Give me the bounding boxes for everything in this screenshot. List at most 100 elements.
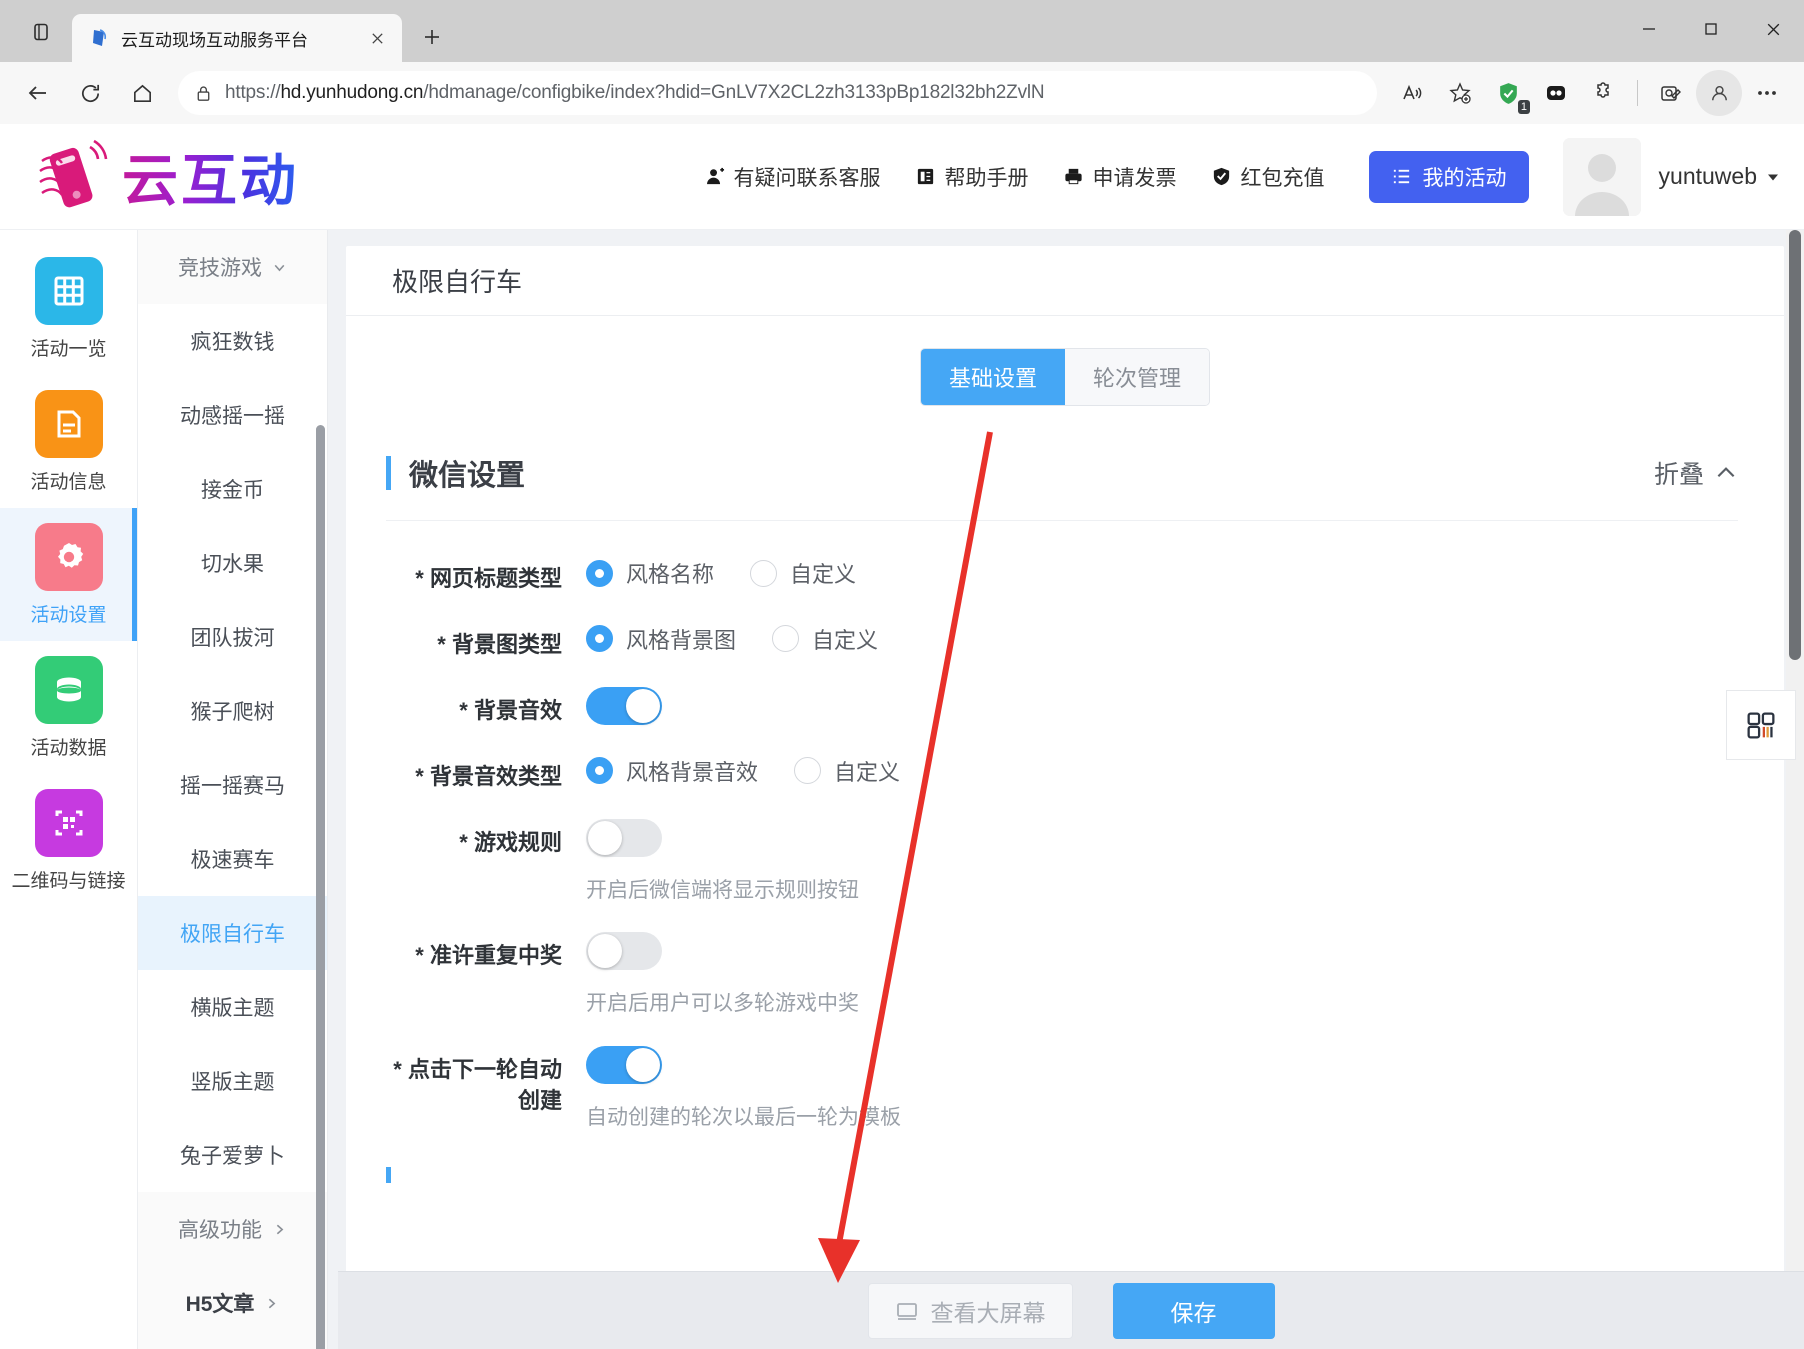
submenu-group-advanced[interactable]: 高级功能 — [138, 1192, 327, 1266]
toggle-allow-repeat-win[interactable] — [586, 932, 662, 971]
close-window-button[interactable] — [1742, 0, 1804, 58]
radio-option-style-sound[interactable]: 风格背景音效 — [586, 755, 758, 787]
submenu-item-rabbit-carrot[interactable]: 兔子爱萝卜 — [138, 1118, 327, 1192]
submenu-item-shake[interactable]: 动感摇一摇 — [138, 378, 327, 452]
nav-help-manual[interactable]: 帮助手册 — [915, 162, 1029, 192]
collections-icon — [1661, 86, 1681, 101]
footer-action-bar: 查看大屏幕 保存 — [338, 1271, 1804, 1349]
home-button[interactable] — [118, 69, 166, 117]
field-label-text: 背景音效 — [473, 697, 562, 723]
extensions-icon — [1597, 82, 1609, 98]
view-big-screen-button[interactable]: 查看大屏幕 — [867, 1282, 1073, 1339]
save-button[interactable]: 保存 — [1112, 1282, 1275, 1339]
qrcode-icon — [1747, 712, 1775, 739]
sidebar-item-qrcode-link[interactable]: 二维码与链接 — [0, 774, 137, 907]
submenu-scrollbar[interactable] — [316, 425, 325, 1349]
tab-actions-button[interactable] — [18, 9, 64, 55]
submenu-item-monkey-climb[interactable]: 猴子爬树 — [138, 674, 327, 748]
tab-segmented-control: 基础设置 轮次管理 — [919, 348, 1211, 406]
floating-qrcode-widget[interactable] — [1726, 690, 1796, 760]
collections-button[interactable] — [1648, 70, 1694, 116]
maximize-button[interactable] — [1680, 0, 1742, 58]
sidebar-item-activity-overview[interactable]: 活动一览 — [0, 242, 137, 375]
read-aloud-icon — [1403, 84, 1422, 100]
toggle-background-sound[interactable] — [586, 686, 662, 725]
chevron-up-icon — [1717, 467, 1735, 478]
toggle-game-rules[interactable] — [586, 818, 662, 857]
required-marker: * — [415, 943, 424, 969]
radio-option-style-bg[interactable]: 风格背景图 — [586, 623, 736, 655]
address-bar[interactable]: https://hd.yunhudong.cn/hdmanage/configb… — [178, 71, 1377, 115]
user-area[interactable]: yuntuweb — [1562, 137, 1780, 216]
submenu-items: 疯狂数钱 动感摇一摇 接金币 切水果 团队拔河 猴子爬树 摇一摇赛马 极速赛车 … — [138, 304, 327, 1192]
radio-option-style-name[interactable]: 风格名称 — [586, 557, 714, 589]
shield-extension-button[interactable]: 1 — [1485, 70, 1531, 116]
tab-basic-settings[interactable]: 基础设置 — [920, 349, 1065, 405]
window-controls — [1618, 0, 1804, 58]
field-control: 风格名称 自定义 — [586, 555, 1738, 589]
submenu-group-h5-article[interactable]: H5文章 — [138, 1266, 327, 1340]
submenu-item-horizontal-theme[interactable]: 横版主题 — [138, 970, 327, 1044]
sidebar-label: 活动设置 — [30, 604, 107, 626]
page-scrollbar[interactable] — [1786, 230, 1804, 1349]
toggle-knob — [626, 688, 660, 723]
submenu-item-crazy-money[interactable]: 疯狂数钱 — [138, 304, 327, 378]
minimize-button[interactable] — [1618, 0, 1680, 58]
nav-customer-service[interactable]: 有疑问联系客服 — [704, 162, 881, 192]
printer-icon — [1064, 168, 1082, 185]
submenu-item-tug-of-war[interactable]: 团队拔河 — [138, 600, 327, 674]
submenu-item-speed-racing[interactable]: 极速赛车 — [138, 822, 327, 896]
page-title: 极限自行车 — [346, 246, 1784, 316]
read-aloud-button[interactable] — [1389, 70, 1435, 116]
tab-round-management[interactable]: 轮次管理 — [1065, 349, 1210, 405]
field-game-rules: * 游戏规则 开启后微信端将显示规则按钮 — [386, 818, 1738, 907]
section-header — [386, 1167, 1738, 1184]
site-header: 云互动 有疑问联系客服 帮助手册 申请发票 红包充值 我的活动 yuntuweb — [0, 124, 1804, 230]
submenu-item-cut-fruit[interactable]: 切水果 — [138, 526, 327, 600]
required-marker: * — [437, 631, 446, 657]
document-icon — [34, 389, 103, 458]
sidebar-item-activity-info[interactable]: 活动信息 — [0, 375, 137, 508]
new-tab-button[interactable] — [412, 17, 452, 57]
toggle-knob — [588, 934, 622, 969]
sidebar-item-activity-data[interactable]: 活动数据 — [0, 641, 137, 774]
close-icon[interactable] — [364, 25, 390, 51]
submenu-item-extreme-bike[interactable]: 极限自行车 — [138, 896, 327, 970]
required-marker: * — [415, 763, 424, 789]
collapse-toggle[interactable]: 折叠 — [1654, 455, 1738, 491]
sidebar-item-activity-settings[interactable]: 活动设置 — [0, 508, 137, 641]
plus-icon — [425, 30, 439, 44]
browser-tab[interactable]: 云互动现场互动服务平台 — [72, 14, 402, 62]
field-auto-create-next-round: * 点击下一轮自动创建 自动创建的轮次以最后一轮为模板 — [386, 1045, 1738, 1134]
monitor-icon — [896, 1302, 917, 1320]
home-icon — [133, 84, 151, 102]
radio-option-custom[interactable]: 自定义 — [772, 623, 878, 655]
field-background-image-type: * 背景图类型 风格背景图 自定义 — [386, 621, 1738, 661]
radio-option-custom[interactable]: 自定义 — [794, 755, 900, 787]
add-favorite-button[interactable] — [1437, 70, 1483, 116]
submenu-item-catch-coin[interactable]: 接金币 — [138, 452, 327, 526]
site-logo[interactable]: 云互动 — [30, 136, 299, 217]
submenu-item-shake-horse-race[interactable]: 摇一摇赛马 — [138, 748, 327, 822]
settings-more-button[interactable] — [1744, 70, 1790, 116]
section-accent-bar — [386, 1167, 391, 1184]
page-scrollbar-thumb[interactable] — [1789, 230, 1801, 660]
radio-dot-icon — [586, 757, 613, 785]
nav-invoice[interactable]: 申请发票 — [1063, 162, 1177, 192]
profile-button[interactable] — [1696, 70, 1742, 116]
submenu-item-vertical-theme[interactable]: 竖版主题 — [138, 1044, 327, 1118]
profile-icon — [1711, 85, 1727, 100]
username-dropdown[interactable]: yuntuweb — [1659, 163, 1780, 190]
submenu-group-competitive-games[interactable]: 竞技游戏 — [138, 230, 327, 304]
reload-button[interactable] — [66, 69, 114, 117]
my-activity-button[interactable]: 我的活动 — [1368, 150, 1529, 203]
view-big-screen-label: 查看大屏幕 — [930, 1299, 1046, 1326]
split-screen-button[interactable] — [1533, 70, 1579, 116]
radio-option-custom[interactable]: 自定义 — [750, 557, 856, 589]
toggle-auto-create-next-round[interactable] — [586, 1045, 662, 1084]
extensions-button[interactable] — [1581, 70, 1627, 116]
radio-label: 风格名称 — [626, 562, 715, 587]
nav-redpacket-recharge[interactable]: 红包充值 — [1211, 162, 1325, 192]
submenu-item-label: 接金币 — [201, 479, 264, 502]
back-button[interactable] — [14, 69, 62, 117]
